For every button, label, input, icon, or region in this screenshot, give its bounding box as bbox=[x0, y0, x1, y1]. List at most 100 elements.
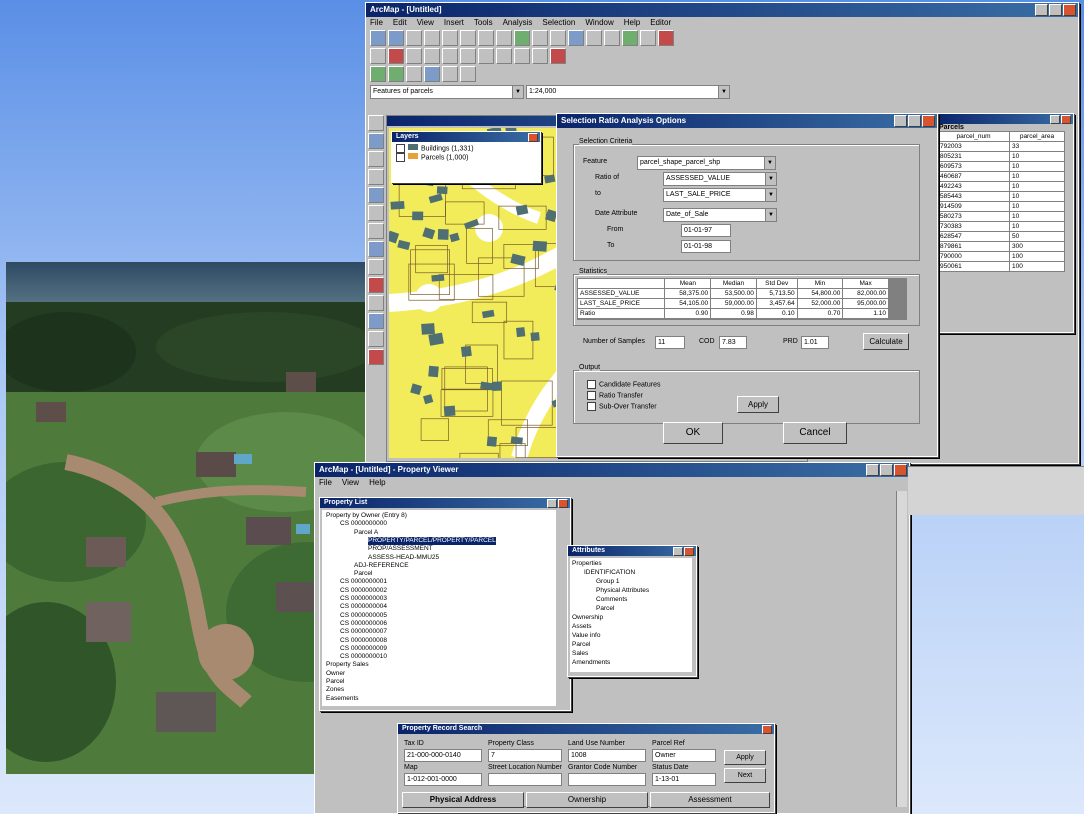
output-option-candidate[interactable]: Candidate Features bbox=[587, 380, 660, 389]
circle-icon[interactable] bbox=[496, 48, 512, 64]
table-row[interactable]: 580273 10 bbox=[937, 211, 1065, 222]
tool-icon[interactable] bbox=[368, 169, 384, 185]
table-row[interactable]: 950061 100 bbox=[937, 261, 1065, 272]
tree-item[interactable]: CS 0000000005 bbox=[340, 612, 387, 620]
tool-icon[interactable] bbox=[368, 313, 384, 329]
arrow-icon[interactable] bbox=[424, 48, 440, 64]
apply-button[interactable]: Apply bbox=[724, 750, 766, 765]
tree-item[interactable]: CS 0000000006 bbox=[340, 620, 387, 628]
menu-analysis[interactable]: Analysis bbox=[503, 17, 533, 29]
open-icon[interactable] bbox=[388, 30, 404, 46]
zoom-in-icon[interactable] bbox=[532, 30, 548, 46]
tree-item[interactable]: Sales bbox=[572, 650, 588, 658]
menu-editor[interactable]: Editor bbox=[650, 17, 671, 29]
minimize-button[interactable] bbox=[1035, 4, 1048, 16]
feature-combo[interactable]: parcel_shape_parcel_shp ▼ bbox=[637, 156, 776, 170]
tool-icon[interactable] bbox=[368, 133, 384, 149]
tree-item[interactable]: Property by Owner (Entry 8) bbox=[326, 512, 407, 520]
add-data-icon[interactable] bbox=[514, 30, 530, 46]
tree-item[interactable]: Value info bbox=[572, 632, 600, 640]
tree-item[interactable]: CS 0000000008 bbox=[340, 637, 387, 645]
tool-icon[interactable] bbox=[368, 331, 384, 347]
tree-item[interactable]: CS 0000000009 bbox=[340, 645, 387, 653]
table-row[interactable]: 790000 100 bbox=[937, 251, 1065, 262]
minimize-button[interactable] bbox=[673, 547, 683, 556]
table-row[interactable]: 805231 10 bbox=[937, 151, 1065, 162]
to-date-input[interactable]: 01-01-98 bbox=[681, 240, 731, 253]
tree-item[interactable]: CS 0000000010 bbox=[340, 653, 387, 661]
ratio-of-combo[interactable]: ASSESSED_VALUE ▼ bbox=[663, 172, 777, 186]
print-icon[interactable] bbox=[424, 30, 440, 46]
tree-item[interactable]: CS 0000000007 bbox=[340, 628, 387, 636]
tool-icon[interactable] bbox=[368, 277, 384, 293]
menu-view[interactable]: View bbox=[342, 477, 359, 489]
tool-icon[interactable] bbox=[368, 223, 384, 239]
hyperlink-icon[interactable] bbox=[658, 30, 674, 46]
table-row[interactable]: 492243 10 bbox=[937, 181, 1065, 192]
tree-item[interactable]: Amendments bbox=[572, 659, 610, 667]
tree-item[interactable]: Property Sales bbox=[326, 661, 369, 669]
close-icon[interactable] bbox=[762, 725, 772, 734]
minimize-button[interactable] bbox=[547, 499, 557, 508]
tool-icon[interactable] bbox=[368, 241, 384, 257]
menu-file[interactable]: File bbox=[319, 477, 332, 489]
tab-ownership[interactable]: Ownership bbox=[526, 792, 648, 808]
tree-item[interactable]: Group 1 bbox=[596, 578, 620, 586]
property-class-input[interactable]: 7 bbox=[488, 749, 562, 762]
new-icon[interactable] bbox=[370, 30, 386, 46]
map-input[interactable]: 1-012-001-0000 bbox=[404, 773, 482, 786]
close-icon[interactable] bbox=[528, 133, 538, 142]
editor-icon[interactable] bbox=[370, 48, 386, 64]
close-icon[interactable] bbox=[684, 547, 694, 556]
report-icon[interactable] bbox=[460, 66, 476, 82]
tree-item[interactable]: Assets bbox=[572, 623, 592, 631]
menu-insert[interactable]: Insert bbox=[444, 17, 464, 29]
tree-item[interactable]: CS 0000000004 bbox=[340, 603, 387, 611]
cancel-button[interactable]: Cancel bbox=[783, 422, 847, 444]
output-option-ratio[interactable]: Ratio Transfer bbox=[587, 391, 643, 400]
tree-item[interactable]: CS 0000000000 bbox=[340, 520, 387, 528]
text-icon[interactable] bbox=[442, 48, 458, 64]
tool-icon[interactable] bbox=[368, 259, 384, 275]
tax-id-input[interactable]: 21-000-000-0140 bbox=[404, 749, 482, 762]
tree-item[interactable]: Easements bbox=[326, 695, 359, 703]
tree-item[interactable]: Parcel bbox=[354, 570, 372, 578]
vertical-scrollbar[interactable] bbox=[896, 491, 907, 807]
select-icon[interactable] bbox=[406, 48, 422, 64]
full-extent-icon[interactable] bbox=[586, 30, 602, 46]
prd-input[interactable]: 1.01 bbox=[801, 336, 829, 349]
next-button[interactable]: Next bbox=[724, 768, 766, 783]
column-header[interactable]: parcel_area bbox=[1009, 131, 1065, 142]
line-color-icon[interactable] bbox=[532, 48, 548, 64]
tree-item[interactable]: Properties bbox=[572, 560, 602, 568]
tree-item[interactable]: CS 0000000001 bbox=[340, 578, 387, 586]
sketch-icon[interactable] bbox=[388, 48, 404, 64]
table-row[interactable]: 628547 50 bbox=[937, 231, 1065, 242]
close-icon[interactable] bbox=[1061, 115, 1071, 124]
tree-item[interactable]: IDENTIFICATION bbox=[584, 569, 635, 577]
close-icon[interactable] bbox=[558, 499, 568, 508]
tree-item[interactable]: PROP/ASSESSMENT bbox=[368, 545, 433, 553]
identify-icon[interactable] bbox=[604, 30, 620, 46]
menu-file[interactable]: File bbox=[370, 17, 383, 29]
tool-icon[interactable] bbox=[368, 295, 384, 311]
table-row[interactable]: 730383 10 bbox=[937, 221, 1065, 232]
tool-icon[interactable] bbox=[368, 115, 384, 131]
menu-view[interactable]: View bbox=[417, 17, 434, 29]
date-attribute-combo[interactable]: Date_of_Sale ▼ bbox=[663, 208, 777, 222]
table-row[interactable]: 609573 10 bbox=[937, 161, 1065, 172]
minimize-button[interactable] bbox=[894, 115, 907, 127]
apply-button[interactable]: Apply bbox=[737, 396, 779, 413]
tree-item[interactable]: ADJ-REFERENCE bbox=[354, 562, 409, 570]
ok-button[interactable]: OK bbox=[663, 422, 723, 444]
checkbox[interactable] bbox=[587, 402, 596, 411]
layer-checkbox[interactable] bbox=[396, 144, 405, 153]
refresh-icon[interactable] bbox=[406, 66, 422, 82]
tree-item[interactable]: Comments bbox=[596, 596, 627, 604]
layout-icon[interactable] bbox=[370, 66, 386, 82]
tool-icon[interactable] bbox=[368, 205, 384, 221]
find-icon[interactable] bbox=[622, 30, 638, 46]
table-row[interactable]: 879861 300 bbox=[937, 241, 1065, 252]
save-icon[interactable] bbox=[406, 30, 422, 46]
parcel-ref-input[interactable]: Owner bbox=[652, 749, 716, 762]
